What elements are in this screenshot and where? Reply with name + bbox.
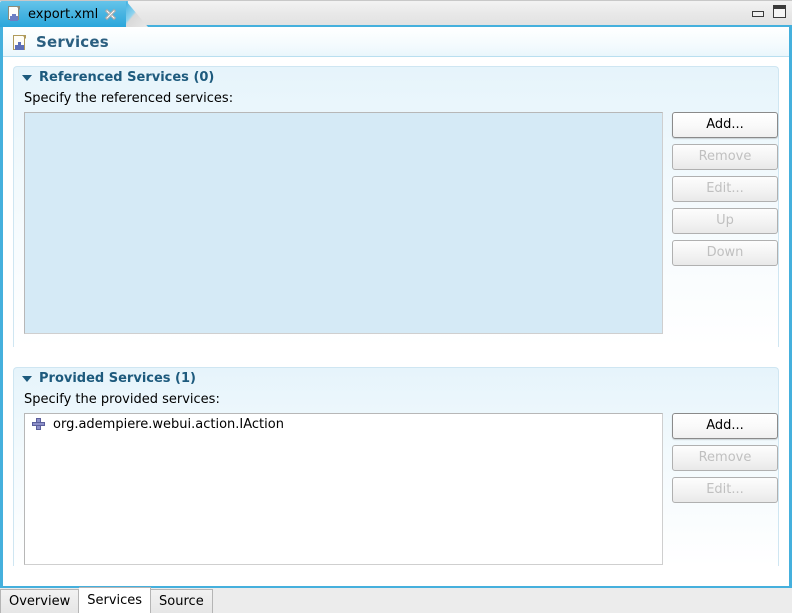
- tab-source[interactable]: Source: [151, 589, 213, 613]
- referenced-services-button-column: Add... Remove Edit... Up Down: [672, 112, 778, 334]
- section-description-provided-services: Specify the provided services:: [14, 389, 778, 413]
- remove-button[interactable]: Remove: [672, 144, 778, 170]
- tab-overview[interactable]: Overview: [0, 589, 79, 613]
- remove-button[interactable]: Remove: [672, 445, 778, 471]
- section-body-provided-services: org.adempiere.webui.action.IAction Add..…: [14, 413, 778, 565]
- section-title-provided-services: Provided Services (1): [39, 371, 196, 386]
- referenced-services-list[interactable]: [24, 112, 663, 334]
- section-header-provided-services[interactable]: Provided Services (1): [14, 368, 778, 389]
- section-header-referenced-services[interactable]: Referenced Services (0): [14, 67, 778, 88]
- up-button[interactable]: Up: [672, 208, 778, 234]
- edit-button[interactable]: Edit...: [672, 176, 778, 202]
- xml-file-icon: [7, 6, 22, 22]
- list-item[interactable]: org.adempiere.webui.action.IAction: [25, 414, 662, 434]
- section-description-referenced-services: Specify the referenced services:: [14, 88, 778, 112]
- form-page-tabs: Overview Services Source: [0, 586, 792, 613]
- section-provided-services: Provided Services (1) Specify the provid…: [13, 367, 779, 566]
- provided-services-button-column: Add... Remove Edit...: [672, 413, 778, 565]
- tab-services[interactable]: Services: [79, 587, 151, 613]
- chevron-down-icon[interactable]: [22, 376, 32, 382]
- page-title: Services: [36, 33, 109, 51]
- add-button[interactable]: Add...: [672, 413, 778, 439]
- editor-tab-label: export.xml: [28, 7, 98, 22]
- edit-button[interactable]: Edit...: [672, 477, 778, 503]
- form-header: Services: [3, 27, 789, 57]
- xml-file-icon: [12, 34, 28, 51]
- editor-tab-export-xml[interactable]: export.xml: [0, 1, 128, 27]
- java-interface-icon: [31, 416, 47, 432]
- add-button[interactable]: Add...: [672, 112, 778, 138]
- editor-tab-strip: export.xml: [0, 0, 792, 27]
- form-content: Referenced Services (0) Specify the refe…: [3, 57, 789, 586]
- section-referenced-services: Referenced Services (0) Specify the refe…: [13, 66, 779, 347]
- window-controls: [752, 5, 786, 18]
- provided-services-list[interactable]: org.adempiere.webui.action.IAction: [24, 413, 663, 565]
- form-editor-body: Services Referenced Services (0) Specify…: [0, 27, 792, 586]
- chevron-down-icon[interactable]: [22, 75, 32, 81]
- section-title-referenced-services: Referenced Services (0): [39, 70, 214, 85]
- down-button[interactable]: Down: [672, 240, 778, 266]
- list-item-label: org.adempiere.webui.action.IAction: [53, 417, 284, 432]
- section-body-referenced-services: Add... Remove Edit... Up Down: [14, 112, 778, 334]
- editor-window: export.xml Services Referenced Services …: [0, 0, 792, 613]
- maximize-icon[interactable]: [773, 5, 786, 18]
- minimize-icon[interactable]: [752, 11, 764, 17]
- page-tabs-filler: [213, 589, 792, 613]
- close-icon[interactable]: [104, 8, 117, 21]
